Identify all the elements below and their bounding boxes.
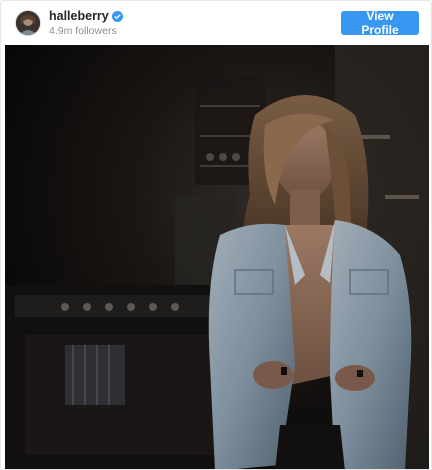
- photo-image: [5, 45, 429, 469]
- user-meta: halleberry 4.9m followers: [49, 9, 123, 37]
- avatar[interactable]: [15, 10, 41, 36]
- avatar-image: [16, 11, 40, 35]
- instagram-embed: halleberry 4.9m followers View Profile: [0, 0, 432, 470]
- post-header: halleberry 4.9m followers View Profile: [1, 1, 431, 45]
- username[interactable]: halleberry: [49, 9, 109, 23]
- followers-count: 4.9m followers: [49, 24, 117, 37]
- name-row: halleberry: [49, 9, 123, 23]
- view-profile-button[interactable]: View Profile: [341, 9, 419, 37]
- verified-badge-icon: [111, 10, 123, 22]
- post-photo[interactable]: [5, 45, 429, 469]
